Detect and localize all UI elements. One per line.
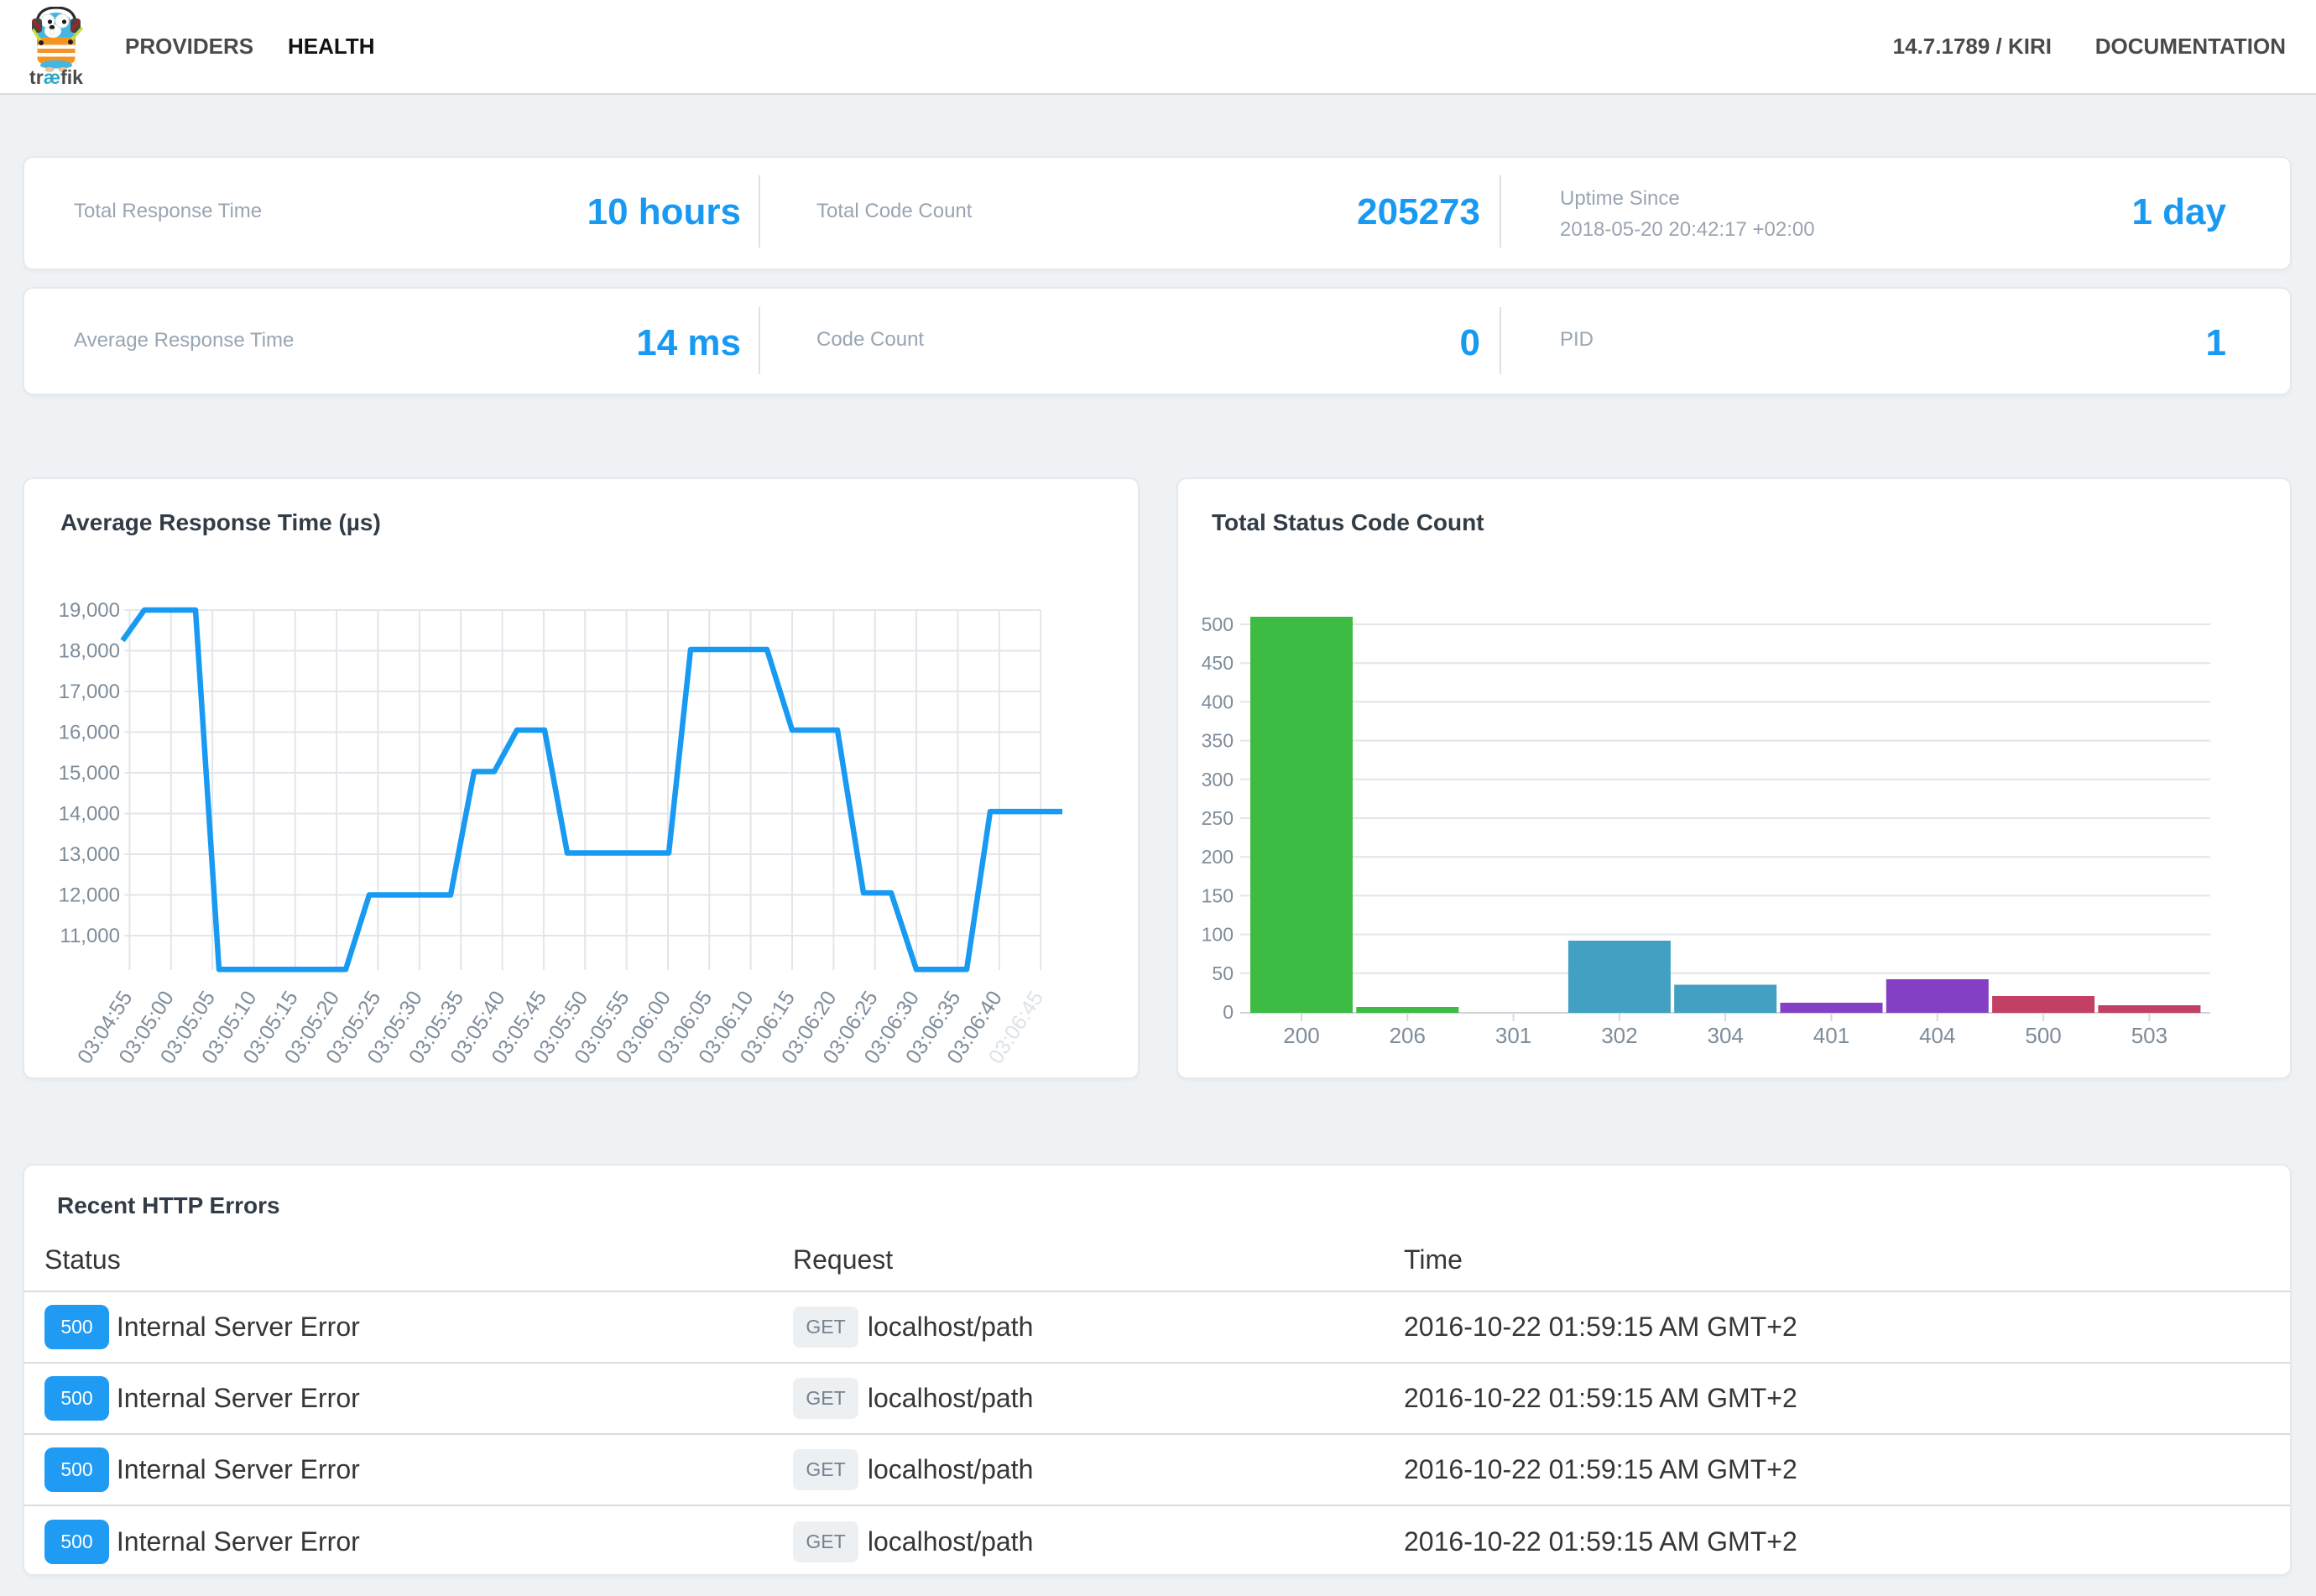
svg-text:250: 250 <box>1202 807 1234 829</box>
svg-text:12,000: 12,000 <box>59 884 120 907</box>
svg-text:19,000: 19,000 <box>59 599 120 622</box>
svg-text:17,000: 17,000 <box>59 681 120 703</box>
svg-text:200: 200 <box>1283 1023 1319 1048</box>
svg-text:15,000: 15,000 <box>59 762 120 785</box>
svg-text:500: 500 <box>1202 613 1234 635</box>
svg-text:404: 404 <box>1919 1023 1955 1048</box>
svg-text:350: 350 <box>1202 730 1234 752</box>
svg-text:11,000: 11,000 <box>60 925 120 947</box>
svg-text:14,000: 14,000 <box>59 803 120 826</box>
svg-text:500: 500 <box>2025 1023 2061 1048</box>
svg-text:0: 0 <box>1223 1001 1234 1023</box>
svg-text:450: 450 <box>1202 652 1234 674</box>
svg-text:400: 400 <box>1202 691 1234 712</box>
svg-text:100: 100 <box>1202 924 1234 946</box>
svg-text:302: 302 <box>1601 1023 1637 1048</box>
svg-text:50: 50 <box>1212 962 1234 984</box>
svg-text:13,000: 13,000 <box>59 843 120 866</box>
svg-text:304: 304 <box>1708 1023 1744 1048</box>
svg-text:200: 200 <box>1202 846 1234 868</box>
svg-text:300: 300 <box>1202 769 1234 790</box>
svg-text:401: 401 <box>1813 1023 1849 1048</box>
svg-text:træfik: træfik <box>29 66 83 87</box>
svg-text:301: 301 <box>1495 1023 1531 1048</box>
svg-text:206: 206 <box>1390 1023 1426 1048</box>
svg-text:18,000: 18,000 <box>59 640 120 663</box>
svg-text:150: 150 <box>1202 884 1234 906</box>
svg-text:16,000: 16,000 <box>59 722 120 744</box>
svg-text:503: 503 <box>2131 1023 2167 1048</box>
